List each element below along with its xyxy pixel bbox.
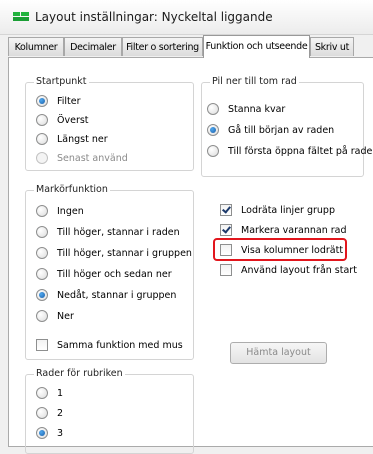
radio-icon [36,95,48,107]
window-titlebar: Layout inställningar: Nyckeltal liggande [0,0,373,35]
radio-label: Filter [57,95,81,107]
radio-label: Till första öppna fältet på raden [228,145,373,157]
radio-till-hoger-raden[interactable]: Till höger, stannar i raden [36,224,180,240]
checkbox-visa-kolumner-lodratt[interactable]: Visa kolumner lodrätt [220,242,343,258]
radio-label: Till höger och sedan ner [57,268,172,280]
radio-icon [36,226,48,238]
startpunkt-group: Startpunkt Filter Överst Längst ner Sena… [25,76,194,171]
radio-icon [36,268,48,280]
radio-till-hoger-sedan-ner[interactable]: Till höger och sedan ner [36,266,172,282]
checkbox-label: Använd layout från start [241,264,357,276]
radio-icon [36,310,48,322]
startpunkt-title: Startpunkt [34,76,89,87]
radio-ingen[interactable]: Ingen [36,203,84,219]
radio-filter[interactable]: Filter [36,93,81,109]
radio-label: Överst [57,114,89,126]
radio-label: 2 [57,407,64,419]
tab-panel: Startpunkt Filter Överst Längst ner Sena… [8,57,373,454]
radio-stanna-kvar[interactable]: Stanna kvar [207,101,285,117]
checkbox-icon [220,224,232,236]
tab-kolumner[interactable]: Kolumner [8,37,64,56]
hamta-layout-button: Hämta layout [230,342,327,364]
tab-strip: Kolumner Decimaler Filter o sortering Fu… [8,35,373,58]
rader-rubriken-group: Rader för rubriken 1 2 3 [25,368,194,454]
radio-label: Ner [57,310,74,322]
radio-label: Stanna kvar [228,103,286,115]
tab-filter-o-sortering[interactable]: Filter o sortering [122,37,203,56]
checkbox-label: Markera varannan rad [241,224,347,236]
radio-icon [36,247,48,259]
radio-icon [36,133,48,145]
radio-rader-1[interactable]: 1 [36,385,63,401]
pil-ner-group: Pil ner till tom rad Stanna kvar Gå till… [201,76,373,177]
radio-till-forsta-oppna[interactable]: Till första öppna fältet på raden [207,143,373,159]
radio-label: Till höger, stannar i gruppen [57,247,192,259]
radio-label: Längst ner [57,133,108,145]
radio-langst-ner[interactable]: Längst ner [36,131,108,147]
radio-icon [207,145,219,157]
radio-label: Ingen [57,205,84,217]
markorfunktion-group: Markörfunktion Ingen Till höger, stannar… [25,184,194,360]
radio-label: Gå till början av raden [228,124,335,136]
radio-label: Till höger, stannar i raden [57,226,180,238]
checkbox-label: Visa kolumner lodrätt [241,244,344,256]
pil-ner-title: Pil ner till tom rad [210,76,299,87]
checkbox-icon [220,244,232,256]
radio-nedat-gruppen[interactable]: Nedåt, stannar i gruppen [36,287,176,303]
tab-skriv-ut[interactable]: Skriv ut [310,37,354,56]
radio-icon [207,103,219,115]
checkbox-label: Lodräta linjer grupp [241,204,335,216]
radio-overst[interactable]: Överst [36,112,89,128]
radio-icon [36,114,48,126]
radio-till-hoger-gruppen[interactable]: Till höger, stannar i gruppen [36,245,192,261]
radio-icon [36,427,48,439]
radio-label: Senast använd [57,152,128,164]
app-icon [13,12,29,21]
window-title: Layout inställningar: Nyckeltal liggande [35,10,273,24]
radio-rader-2[interactable]: 2 [36,405,63,421]
radio-label: Nedåt, stannar i gruppen [57,289,177,301]
tab-decimaler[interactable]: Decimaler [64,37,122,56]
checkbox-icon [220,264,232,276]
radio-icon [36,205,48,217]
checkbox-samma-funktion[interactable]: Samma funktion med mus [36,337,183,353]
checkbox-icon [220,204,232,216]
radio-ga-till-borjan[interactable]: Gå till början av raden [207,122,334,138]
radio-label: 1 [57,387,64,399]
checkbox-anvand-layout[interactable]: Använd layout från start [220,262,357,278]
radio-senast-anvand: Senast använd [36,150,128,166]
checkbox-lodrata-linjer[interactable]: Lodräta linjer grupp [220,202,335,218]
checkbox-label: Samma funktion med mus [57,339,183,351]
radio-rader-3[interactable]: 3 [36,425,63,441]
radio-icon [36,152,48,164]
rader-rubriken-title: Rader för rubriken [34,368,125,379]
checkbox-icon [36,339,48,351]
radio-icon [207,124,219,136]
radio-icon [36,289,48,301]
radio-icon [36,387,48,399]
radio-ner[interactable]: Ner [36,308,74,324]
radio-label: 3 [57,427,64,439]
tab-funktion-och-utseende[interactable]: Funktion och utseende [203,35,310,58]
radio-icon [36,407,48,419]
checkbox-markera-varannan[interactable]: Markera varannan rad [220,222,347,238]
markorfunktion-title: Markörfunktion [34,184,110,195]
